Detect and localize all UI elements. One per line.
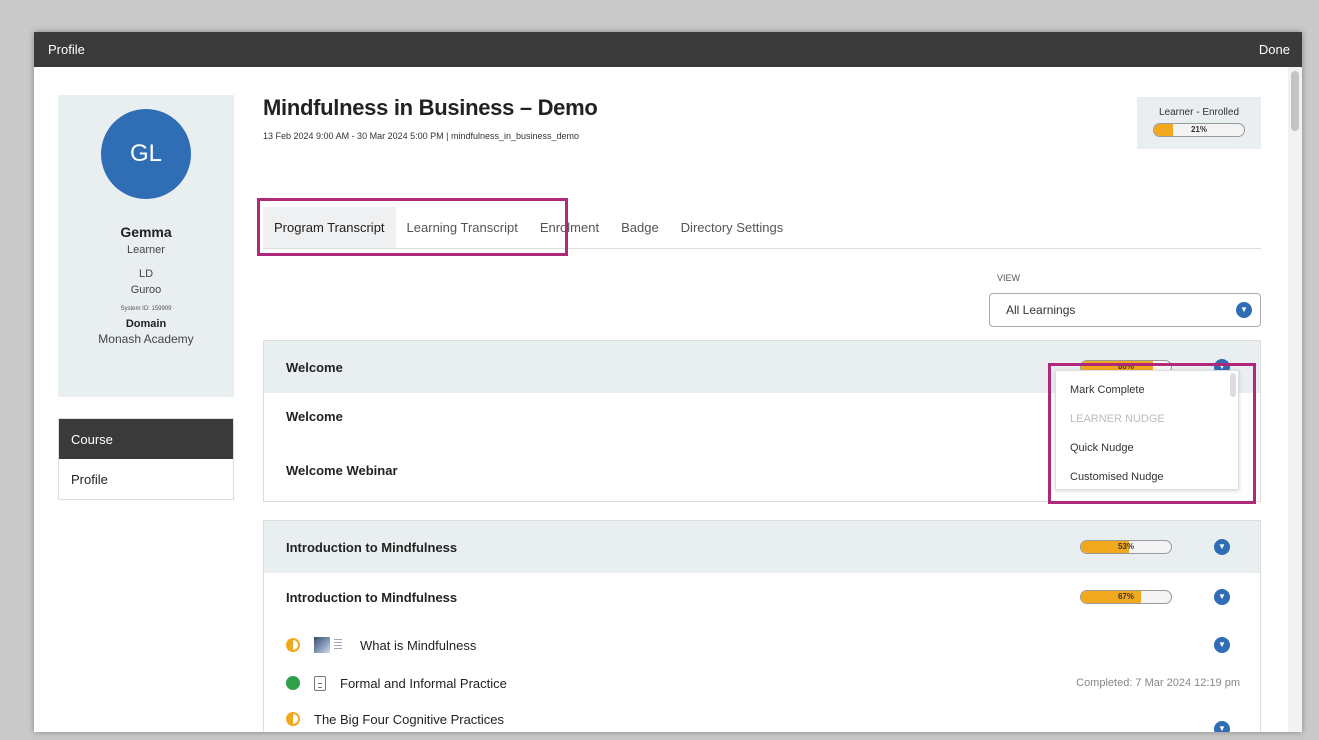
list-item[interactable]: What is Mindfulness ▼ [264,625,1260,665]
item-title: Formal and Informal Practice [340,675,507,691]
chevron-down-icon[interactable]: ▼ [1214,589,1230,605]
chevron-down-icon[interactable]: ▼ [1214,637,1230,653]
progress-text: 67% [1117,592,1134,601]
tabs-highlight-box [257,198,568,256]
course-subtitle: 13 Feb 2024 9:00 AM - 30 Mar 2024 5:00 P… [263,131,580,141]
enrolment-status-card: Learner - Enrolled 21% [1137,97,1261,149]
module-row[interactable]: Introduction to Mindfulness 67% ▼ [264,573,1260,621]
chevron-down-icon: ▼ [1236,302,1252,318]
section-title: Welcome [286,359,343,375]
profile-modal: Profile Done GL Gemma Learner LD Guroo S… [34,32,1302,732]
list-item[interactable]: The Big Four Cognitive Practices ▼ [264,701,1260,732]
domain-label: Domain [125,318,167,330]
half-progress-icon [286,712,300,726]
view-select-value: All Learnings [1006,303,1076,317]
system-id: System ID: 159909 [120,306,172,312]
completed-status-icon [286,676,300,690]
modal-body: GL Gemma Learner LD Guroo System ID: 159… [34,67,1302,732]
scrollbar-thumb[interactable] [1291,71,1299,131]
section-title: Introduction to Mindfulness [286,539,458,555]
item-title: The Big Four Cognitive Practices [314,711,505,727]
view-select[interactable]: All Learnings ▼ [989,293,1261,327]
completed-date: Completed: 7 Mar 2024 12:19 pm [1076,677,1240,689]
section-header: Introduction to Mindfulness 53% ▼ [264,521,1260,573]
course-progress-bar: 21% [1153,123,1245,137]
row-title: Welcome Webinar [286,462,398,478]
module-title: Introduction to Mindfulness [286,589,458,605]
avatar: GL [101,109,191,199]
side-nav: Course Profile [58,418,234,500]
module-progress-bar: 67% [1080,590,1172,604]
row-title: Welcome [286,408,343,424]
domain-value: Monash Academy [98,332,194,346]
tab-directory-settings[interactable]: Directory Settings [670,207,795,248]
enrolment-status: Learner - Enrolled [1158,107,1240,118]
video-thumbnail-icon [314,637,330,653]
side-nav-item-profile[interactable]: Profile [59,459,233,499]
item-title: What is Mindfulness [360,637,477,653]
progress-text: 21% [1190,125,1207,134]
tab-badge[interactable]: Badge [610,207,670,248]
side-nav-item-course[interactable]: Course [59,419,233,459]
user-role: Learner [127,244,165,256]
user-name: Gemma [120,224,172,240]
chevron-down-icon[interactable]: ▼ [1214,539,1230,555]
course-title: Mindfulness in Business – Demo [263,95,598,120]
half-progress-icon [286,638,300,652]
org-name: Guroo [130,284,162,296]
page-scrollbar[interactable] [1288,67,1302,732]
modal-title: Profile [48,42,85,57]
document-icon [314,675,326,691]
section-introduction: Introduction to Mindfulness 53% ▼ Introd… [263,520,1261,732]
profile-card: GL Gemma Learner LD Guroo System ID: 159… [58,95,234,397]
list-item[interactable]: Formal and Informal Practice Completed: … [264,665,1260,701]
chevron-down-icon[interactable]: ▼ [1214,721,1230,732]
view-label: VIEW [997,273,1021,283]
org-code: LD [138,268,154,280]
menu-highlight-box [1048,363,1256,504]
progress-text: 53% [1117,542,1134,551]
text-lines-icon [334,639,342,651]
modal-header: Profile Done [34,32,1302,67]
section-progress-bar: 53% [1080,540,1172,554]
done-button[interactable]: Done [1259,42,1290,57]
